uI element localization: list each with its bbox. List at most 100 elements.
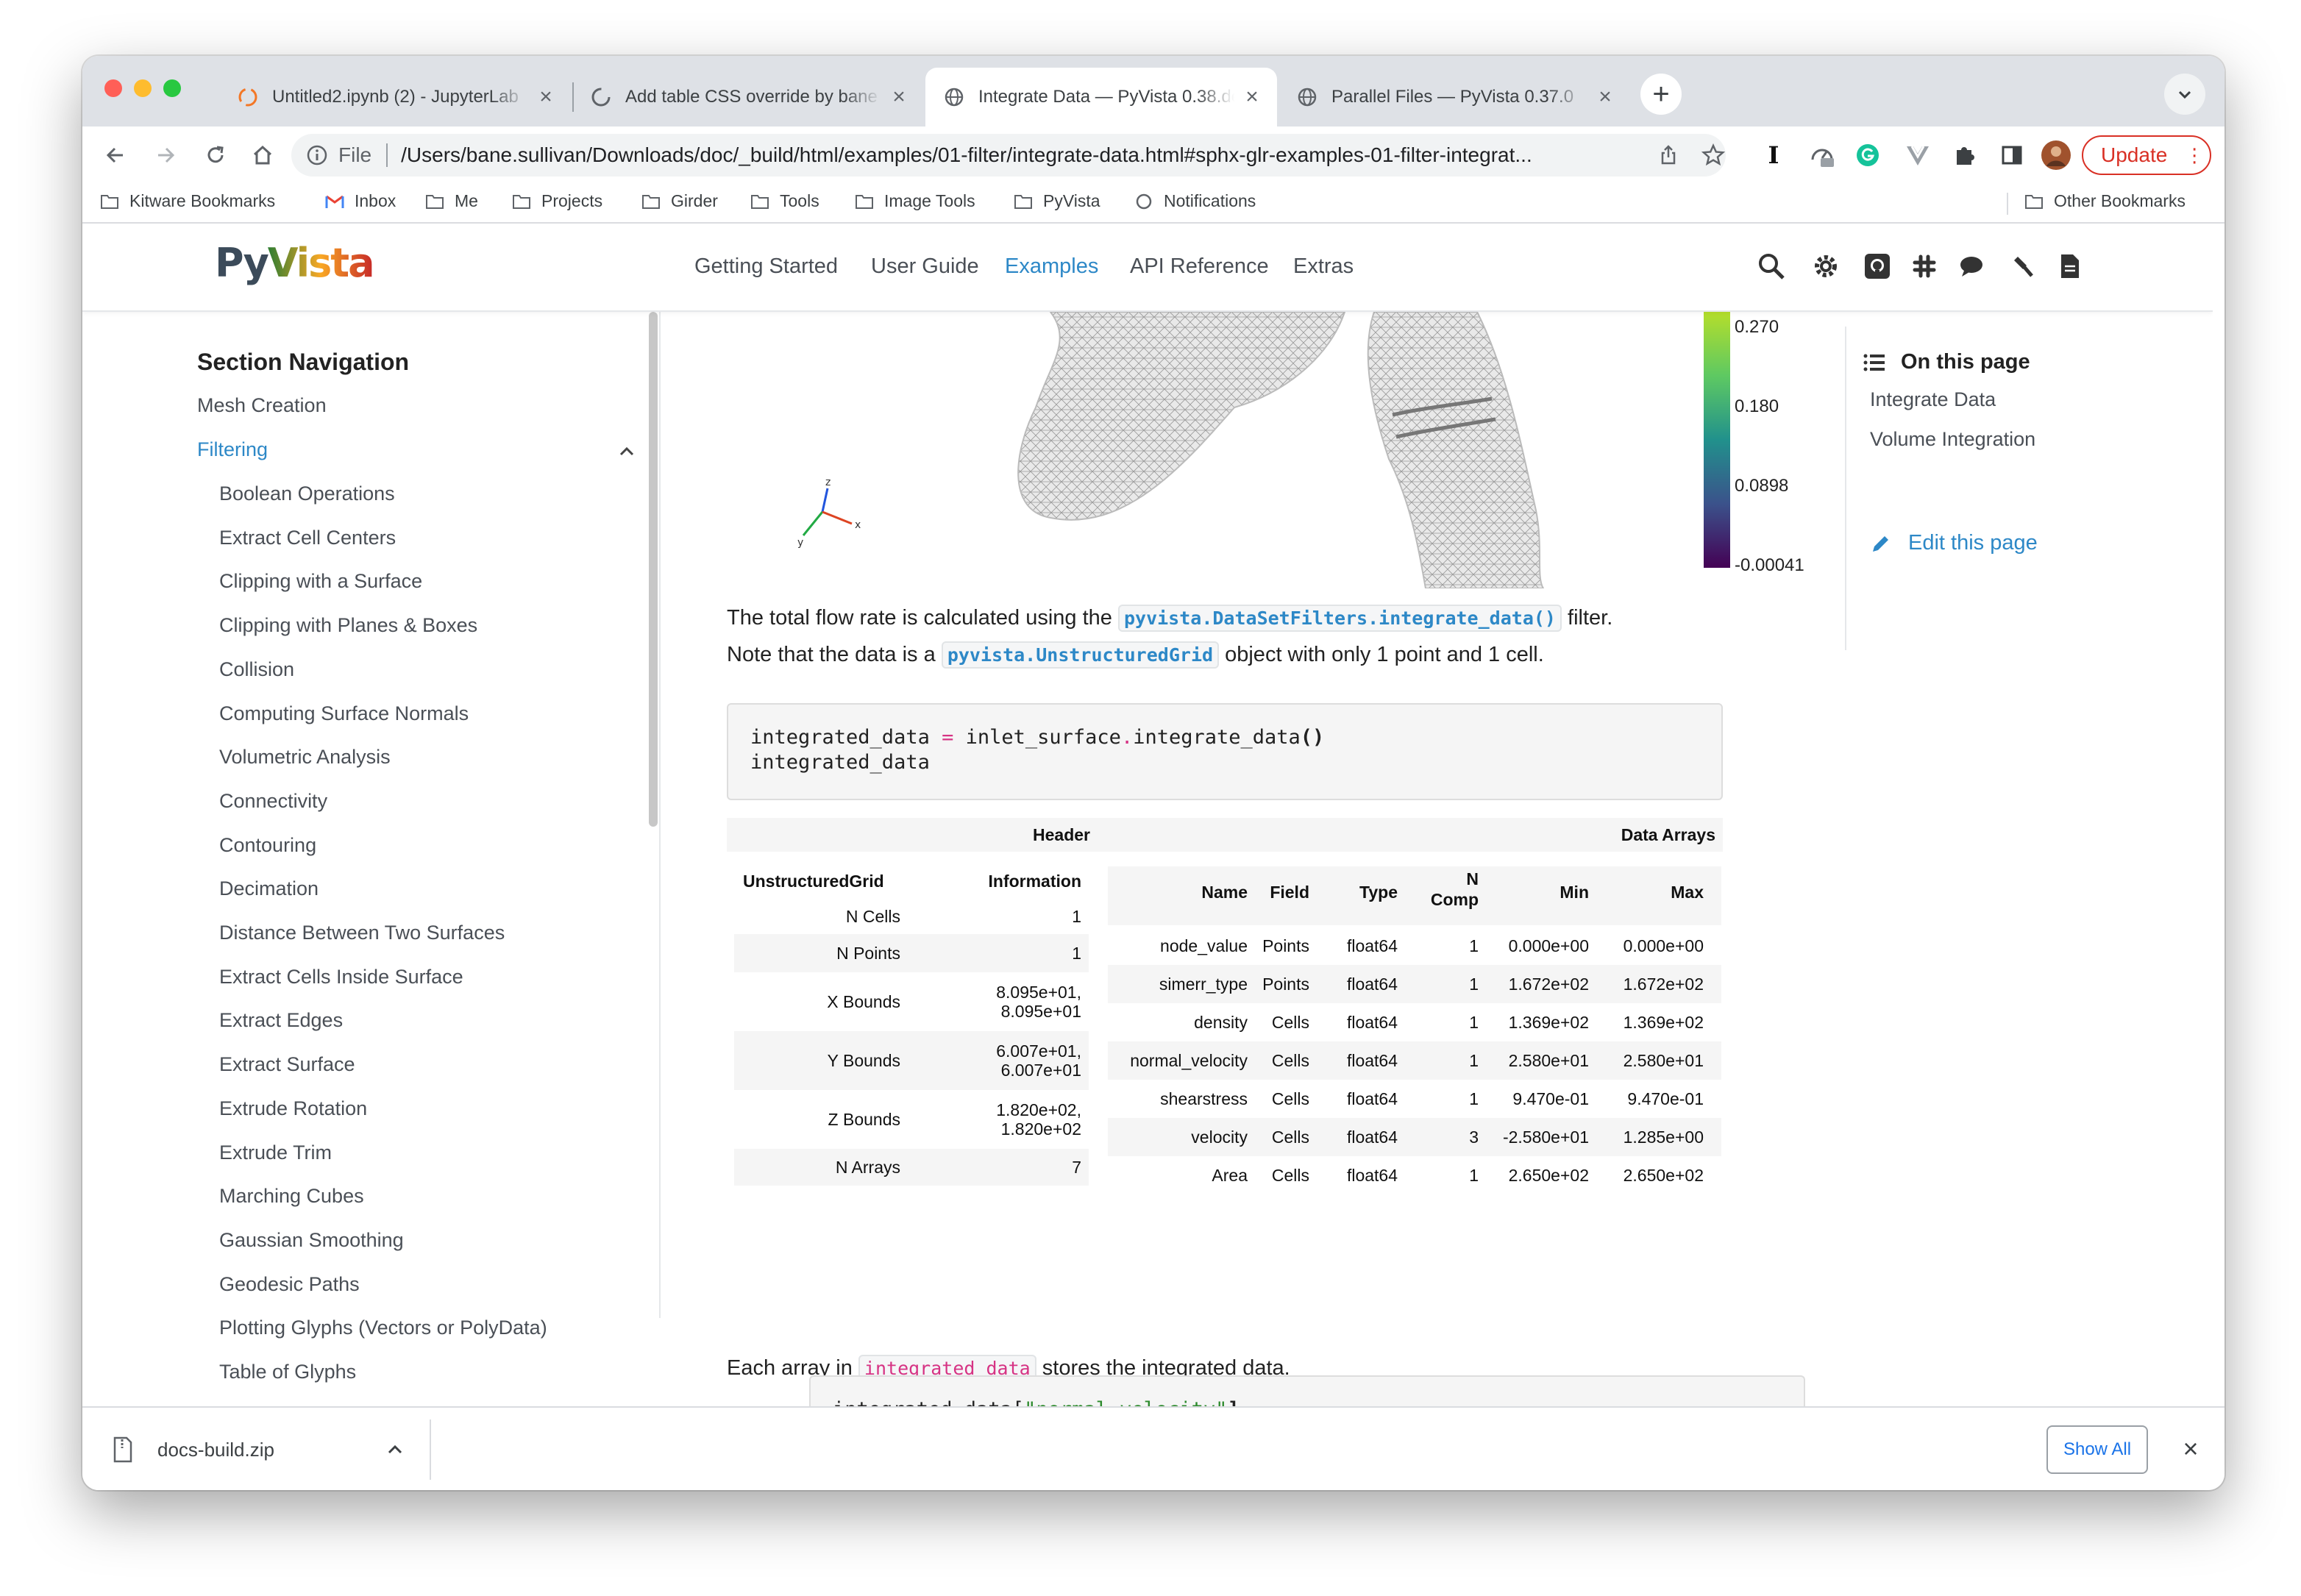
code-block-integrate[interactable]: integrated_data = inlet_surface.integrat…	[727, 703, 1723, 800]
kebab-menu-icon: ⋮	[2185, 143, 2204, 166]
tab-title: Untitled2.ipynb (2) - JupyterLab	[272, 87, 519, 107]
speedometer-extension-icon[interactable]	[1805, 138, 1839, 172]
nav-api-reference[interactable]: API Reference	[1130, 254, 1269, 279]
sidebar-item[interactable]: Extract Cell Centers	[219, 527, 396, 549]
grammarly-icon[interactable]	[1851, 138, 1885, 172]
zoom-window-button[interactable]	[163, 79, 181, 97]
github-icon[interactable]	[1861, 250, 1893, 282]
close-tab-icon[interactable]: ×	[1242, 85, 1262, 110]
sidebar-item[interactable]: Volumetric Analysis	[219, 746, 391, 769]
sidebar-item[interactable]: Extract Surface	[219, 1053, 355, 1076]
close-tab-icon[interactable]: ×	[536, 85, 556, 110]
sidebar-item[interactable]: Clipping with a Surface	[219, 570, 422, 593]
bookmark-projects[interactable]: Projects	[512, 191, 602, 211]
sidebar-item-mesh-creation[interactable]: Mesh Creation	[197, 394, 327, 417]
sidebar-scrollbar[interactable]	[649, 312, 658, 827]
bookmark-image-tools[interactable]: Image Tools	[855, 191, 975, 211]
close-window-button[interactable]	[104, 79, 122, 97]
sidebar-item[interactable]: Table of Glyphs	[219, 1361, 356, 1383]
bookmark-girder[interactable]: Girder	[641, 191, 718, 211]
link-integrate-data[interactable]: pyvista.DataSetFilters.integrate_data()	[1117, 605, 1562, 632]
sidebar-item[interactable]: Marching Cubes	[219, 1185, 364, 1208]
extensions-puzzle-icon[interactable]	[1948, 138, 1982, 172]
profile-avatar[interactable]	[2039, 138, 2073, 172]
sidebar-item[interactable]: Boolean Operations	[219, 482, 395, 505]
tab-search-button[interactable]	[2164, 74, 2205, 115]
minimize-window-button[interactable]	[134, 79, 152, 97]
sidebar-item[interactable]: Extrude Rotation	[219, 1097, 367, 1120]
back-button[interactable]	[96, 135, 135, 175]
tab-github-pr[interactable]: Add table CSS override by bane ×	[572, 68, 924, 127]
update-button[interactable]: Update ⋮	[2082, 135, 2211, 175]
sidebar-item[interactable]: Extrude Trim	[219, 1141, 332, 1164]
star-icon[interactable]	[1701, 143, 1726, 167]
nav-extras[interactable]: Extras	[1293, 254, 1354, 279]
sidebar-item[interactable]: Distance Between Two Surfaces	[219, 922, 505, 944]
sidebar-item[interactable]: Computing Surface Normals	[219, 702, 469, 725]
sidebar-item[interactable]: Collision	[219, 658, 294, 681]
sidebar-item[interactable]: Extract Cells Inside Surface	[219, 966, 463, 988]
close-tab-icon[interactable]: ×	[889, 85, 909, 110]
link-unstructured-grid[interactable]: pyvista.UnstructuredGrid	[941, 641, 1220, 669]
gear-icon[interactable]	[1810, 250, 1842, 282]
table-row: velocity Cells float64 3 -2.580e+01 1.285e+00	[1108, 1118, 1721, 1156]
sidebar-item[interactable]: Gaussian Smoothing	[219, 1229, 404, 1252]
reload-button[interactable]	[196, 135, 235, 175]
download-item[interactable]: docs-build.zip	[82, 1408, 431, 1490]
bookmark-other[interactable]: Other Bookmarks	[2024, 191, 2186, 211]
show-all-button[interactable]: Show All	[2046, 1425, 2148, 1474]
vue-devtools-icon[interactable]	[1901, 138, 1935, 172]
bookmark-me[interactable]: Me	[425, 191, 478, 211]
sidebar-item[interactable]: Contouring	[219, 834, 316, 857]
discussions-icon[interactable]	[1955, 250, 1988, 282]
jupyter-icon	[237, 86, 259, 108]
ibeam-extension-icon[interactable]: I	[1757, 138, 1790, 172]
forward-button[interactable]	[146, 135, 185, 175]
side-panel-icon[interactable]	[1995, 138, 2029, 172]
chevron-up-icon[interactable]	[385, 1440, 405, 1459]
sidebar-item[interactable]: Geodesic Paths	[219, 1273, 360, 1296]
nav-examples[interactable]: Examples	[1005, 254, 1098, 279]
slack-icon[interactable]	[1908, 250, 1941, 282]
hammer-icon[interactable]	[2005, 250, 2038, 282]
search-icon[interactable]	[1755, 250, 1788, 282]
code-block-normal-velocity[interactable]: integrated_data["normal_velocity"]	[809, 1375, 1805, 1406]
close-tab-icon[interactable]: ×	[1595, 85, 1615, 110]
sidebar-item[interactable]: Connectivity	[219, 790, 327, 813]
pyvista-logo[interactable]: PyVista	[215, 240, 375, 286]
folder-icon	[1014, 194, 1032, 209]
chevron-up-icon[interactable]	[616, 441, 637, 462]
tab-jupyter[interactable]: Untitled2.ipynb (2) - JupyterLab ×	[219, 68, 571, 127]
browser-window: Untitled2.ipynb (2) - JupyterLab × Add t…	[82, 56, 2224, 1490]
address-bar[interactable]: File /Users/bane.sullivan/Downloads/doc/…	[291, 134, 1726, 177]
bookmark-tools[interactable]: Tools	[750, 191, 819, 211]
bookmark-inbox[interactable]: Inbox	[325, 191, 396, 211]
table-row: simerr_type Points float64 1 1.672e+02 1.672e…	[1108, 965, 1721, 1003]
sidebar-item[interactable]: Plotting Glyphs (Vectors or PolyData)	[219, 1317, 547, 1339]
document-icon[interactable]	[2054, 250, 2086, 282]
home-button[interactable]	[243, 135, 282, 175]
sidebar-item[interactable]: Clipping with Planes & Boxes	[219, 614, 477, 637]
share-icon[interactable]	[1657, 144, 1679, 166]
toc-item-integrate-data[interactable]: Integrate Data	[1870, 388, 1996, 411]
bookmark-pyvista[interactable]: PyVista	[1014, 191, 1100, 211]
nav-user-guide[interactable]: User Guide	[871, 254, 979, 279]
url-text[interactable]: /Users/bane.sullivan/Downloads/doc/_buil…	[401, 143, 1644, 167]
edit-this-page-link[interactable]: Edit this page	[1870, 531, 2038, 555]
toc-item-volume-integration[interactable]: Volume Integration	[1870, 428, 2035, 451]
paragraph-flow-rate: The total flow rate is calculated using …	[727, 605, 1612, 632]
scheme-label: File	[338, 143, 372, 166]
tab-parallel-files[interactable]: Parallel Files — PyVista 0.37.0 ×	[1278, 68, 1630, 127]
table-row: Z Bounds 1.820e+02, 1.820e+02	[828, 1100, 1081, 1139]
sidebar-item-filtering[interactable]: Filtering	[197, 438, 268, 461]
sidebar-item[interactable]: Extract Edges	[219, 1009, 343, 1032]
tab-integrate-data[interactable]: Integrate Data — PyVista 0.38.dev0 ×	[925, 68, 1277, 127]
sidebar-item[interactable]: Decimation	[219, 877, 319, 900]
bookmark-notifications[interactable]: Notifications	[1134, 191, 1256, 211]
paragraph-unstructured-grid: Note that the data is a pyvista.Unstruct…	[727, 641, 1544, 669]
new-tab-button[interactable]: +	[1640, 74, 1682, 115]
bookmark-kitware[interactable]: Kitware Bookmarks	[100, 191, 275, 211]
close-downloads-icon[interactable]: ×	[2174, 1433, 2207, 1465]
table-row: N Arrays 7	[734, 1149, 1089, 1186]
nav-getting-started[interactable]: Getting Started	[694, 254, 838, 279]
